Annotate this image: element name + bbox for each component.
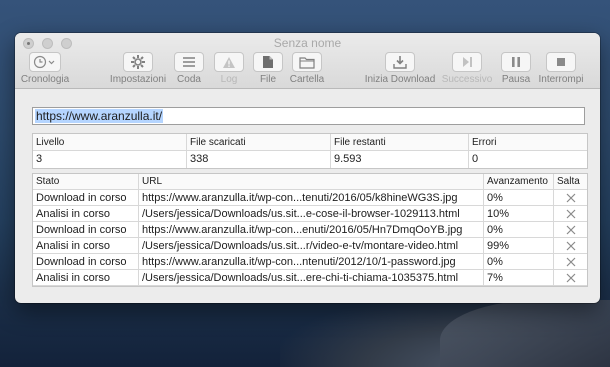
toolbar-log[interactable]: Log [213, 52, 245, 85]
toolbar-coda[interactable]: Coda [173, 52, 205, 85]
table-row[interactable]: Analisi in corso/Users/jessica/Downloads… [33, 238, 587, 254]
stats-header-livello: Livello [33, 134, 187, 150]
toolbar-label: Cartella [289, 74, 325, 85]
table-row[interactable]: Download in corso https://www.aranzulla.i… [33, 254, 587, 270]
toolbar-inizia-download[interactable]: Inizia Download [363, 52, 437, 85]
toolbar-label: File [259, 74, 277, 85]
toolbar-label: Cronologia [20, 74, 70, 85]
toolbar-pausa[interactable]: Pausa [498, 52, 534, 85]
toolbar-label: Log [220, 74, 238, 85]
title-bar: Senza nome Cronologia Impostazioni Coda … [15, 33, 600, 89]
stats-value-row: 3 338 9.593 0 [33, 151, 587, 168]
stats-value-errori: 0 [472, 153, 479, 165]
row-salta [554, 254, 587, 269]
toolbar-label: Pausa [501, 74, 531, 85]
file-icon [253, 52, 283, 72]
row-stato: Analisi in corso [33, 206, 139, 221]
row-url: https://www.aranzulla.it/wp-con...enuti/… [139, 222, 484, 237]
toolbar-successivo[interactable]: Successivo [440, 52, 494, 85]
row-salta [554, 206, 587, 221]
stats-header-row: Livello File scaricati File restanti Err… [33, 134, 587, 151]
table-row[interactable]: Analisi in corso/Users/jessica/Downloads… [33, 270, 587, 286]
row-stato: Download in corso [33, 190, 139, 205]
stats-header-file-restanti: File restanti [331, 134, 469, 150]
table-row[interactable]: Analisi in corso/Users/jessica/Downloads… [33, 206, 587, 222]
gear-icon [123, 52, 153, 72]
skip-x-icon[interactable] [554, 270, 587, 285]
toolbar-label: Impostazioni [109, 74, 167, 85]
toolbar-impostazioni[interactable]: Impostazioni [108, 52, 168, 85]
downloads-header-avanzamento[interactable]: Avanzamento [484, 174, 554, 189]
table-row[interactable]: Download in corso https://www.aranzulla.i… [33, 222, 587, 238]
skip-x-icon[interactable] [554, 254, 587, 269]
skip-forward-icon [452, 52, 482, 72]
toolbar-file[interactable]: File [253, 52, 283, 85]
row-avanzamento: 0% [484, 222, 554, 237]
toolbar-label: Inizia Download [364, 74, 436, 85]
row-url: /Users/jessica/Downloads/us.sit...r/vide… [139, 238, 484, 253]
warning-icon [214, 52, 244, 72]
skip-x-icon[interactable] [554, 238, 587, 253]
downloads-header-row: Stato URL Avanzamento Salta [33, 174, 587, 190]
row-salta [554, 222, 587, 237]
stats-header-errori: Errori [472, 137, 497, 148]
toolbar-cartella[interactable]: Cartella [287, 52, 327, 85]
toolbar-label: Coda [177, 74, 201, 85]
stats-table: Livello File scaricati File restanti Err… [32, 133, 588, 169]
row-avanzamento: 0% [484, 254, 554, 269]
row-avanzamento: 0% [484, 190, 554, 205]
table-row[interactable]: Download in corso https://www.aranzulla.i… [33, 190, 587, 206]
main-content: https://www.aranzulla.it/ Livello File s… [15, 89, 600, 303]
pause-icon [501, 52, 531, 72]
toolbar-label: Successivo [441, 74, 493, 85]
downloads-header-url[interactable]: URL [139, 174, 484, 189]
skip-x-icon[interactable] [554, 190, 587, 205]
toolbar-cronologia[interactable]: Cronologia [19, 52, 71, 85]
row-stato: Analisi in corso [33, 238, 139, 253]
row-stato: Download in corso [33, 222, 139, 237]
download-icon [385, 52, 415, 72]
clock-icon [29, 52, 61, 72]
downloads-header-stato[interactable]: Stato [33, 174, 139, 189]
url-input-value: https://www.aranzulla.it/ [35, 109, 164, 123]
window-title: Senza nome [273, 36, 342, 50]
stats-value-file-restanti: 9.593 [331, 151, 469, 168]
toolbar-interrompi[interactable]: Interrompi [535, 52, 587, 85]
row-salta [554, 270, 587, 285]
skip-x-icon[interactable] [554, 222, 587, 237]
downloads-rows: Download in corso https://www.aranzulla.i… [33, 190, 587, 286]
row-salta [554, 238, 587, 253]
row-salta [554, 190, 587, 205]
row-url: https://www.aranzulla.it/wp-con...ntenut… [139, 254, 484, 269]
downloads-table: Stato URL Avanzamento Salta Download in … [32, 173, 588, 287]
row-stato: Download in corso [33, 254, 139, 269]
row-avanzamento: 99% [484, 238, 554, 253]
stop-icon [546, 52, 576, 72]
row-url: /Users/jessica/Downloads/us.sit...e-cose… [139, 206, 484, 221]
row-avanzamento: 7% [484, 270, 554, 285]
list-icon [174, 52, 204, 72]
downloads-header-salta[interactable]: Salta [554, 174, 587, 189]
stats-value-livello: 3 [33, 151, 187, 168]
row-avanzamento: 10% [484, 206, 554, 221]
toolbar-label: Interrompi [538, 74, 584, 85]
app-window: Senza nome Cronologia Impostazioni Coda … [15, 33, 600, 303]
stats-value-file-scaricati: 338 [187, 151, 331, 168]
row-url: https://www.aranzulla.it/wp-con...tenuti… [139, 190, 484, 205]
skip-x-icon[interactable] [554, 206, 587, 221]
folder-icon [292, 52, 322, 72]
stats-header-file-scaricati: File scaricati [187, 134, 331, 150]
row-stato: Analisi in corso [33, 270, 139, 285]
url-input[interactable]: https://www.aranzulla.it/ [32, 107, 585, 125]
row-url: /Users/jessica/Downloads/us.sit...ere-ch… [139, 270, 484, 285]
